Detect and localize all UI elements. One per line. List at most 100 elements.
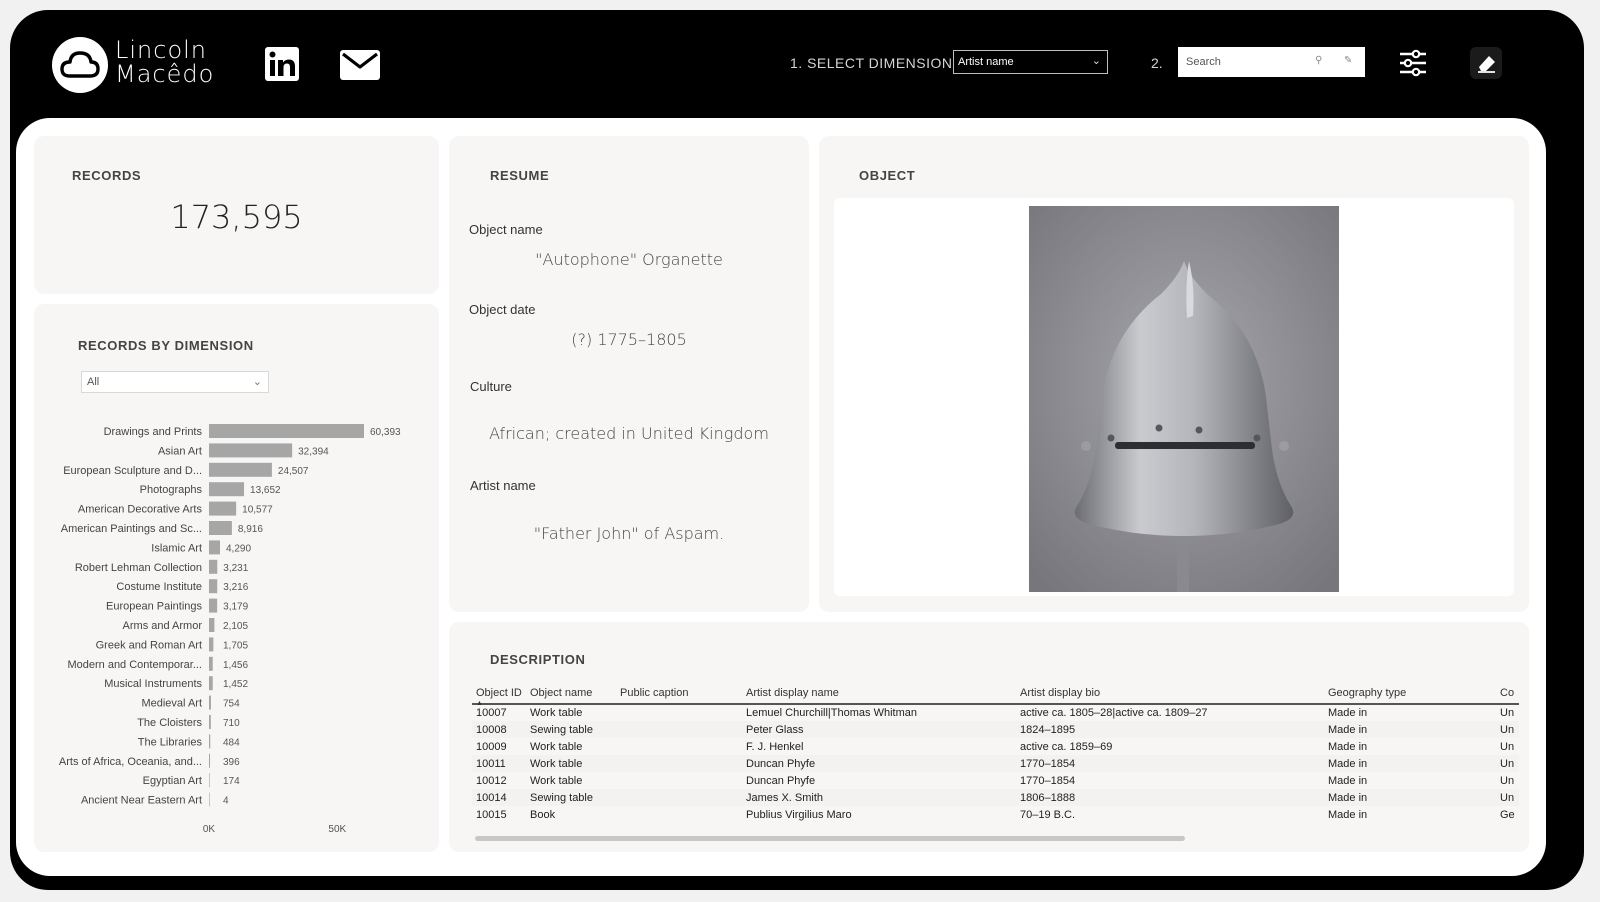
bar[interactable] [209, 656, 213, 671]
bar-category-label: Ancient Near Eastern Art [81, 795, 202, 807]
column-header-public-caption[interactable]: Public caption [616, 684, 742, 705]
bar-category-label: Medieval Art [141, 698, 202, 710]
bar[interactable] [209, 559, 218, 574]
bar-value-label: 24,507 [278, 466, 309, 477]
bar[interactable] [209, 424, 364, 438]
cell-geography-type: Made in [1324, 721, 1496, 738]
chevron-down-icon: ⌄ [1091, 55, 1101, 67]
bar-category-label: Modern and Contemporar... [67, 659, 202, 671]
bar[interactable] [209, 618, 215, 632]
bar[interactable] [209, 773, 210, 788]
column-header-artist-display-name[interactable]: Artist display name [742, 684, 1016, 705]
filters-button[interactable] [1398, 48, 1428, 78]
cell-artist-display-bio: 1824–1895 [1016, 721, 1324, 738]
bar[interactable] [209, 482, 245, 497]
bar[interactable] [209, 734, 211, 749]
cell-geography-type: Made in [1328, 740, 1368, 753]
eraser-icon[interactable]: ✎ [1344, 55, 1352, 66]
records-by-dimension-title: RECORDS BY DIMENSION [78, 338, 254, 353]
cell-object-id: 10012 [476, 774, 507, 787]
cell-artist-display-name: Duncan Phyfe [746, 774, 816, 787]
bar[interactable] [209, 462, 272, 477]
dimension-filter-dropdown[interactable]: All ⌄ [81, 371, 269, 393]
cell-object-id: 10009 [476, 740, 507, 753]
app-frame: Lincoln Macêdo 1. SELECT DIMENSION: Arti… [10, 10, 1584, 890]
cell-object-name: Work table [530, 707, 583, 719]
object-image [1029, 206, 1339, 592]
records-count: 173,595 [170, 198, 303, 236]
bar[interactable] [209, 443, 293, 458]
cell-public-caption [616, 806, 742, 823]
bar-value-label: 3,231 [223, 563, 248, 574]
description-table: Object ID ▲ Object name Public caption Ar… [472, 684, 1519, 823]
table-row[interactable]: 10014 Sewing table James X. Smith 1806–1888… [472, 789, 1519, 806]
bar-category-label: Islamic Art [151, 542, 202, 554]
table-header-row: Object ID ▲ Object name Public caption Ar… [472, 684, 1519, 707]
bar-category-label: Costume Institute [116, 581, 202, 593]
bar[interactable] [209, 637, 214, 652]
bar-value-label: 60,393 [370, 427, 401, 438]
search-placeholder: Search [1186, 56, 1221, 68]
bar[interactable] [209, 792, 210, 807]
bar-category-label: Musical Instruments [104, 678, 202, 690]
cell-object-id: 10008 [472, 721, 526, 738]
artist-name-label: Artist name [470, 478, 536, 493]
object-date-label: Object date [469, 302, 536, 317]
column-header-country[interactable]: Co [1496, 684, 1519, 705]
cell-artist-display-bio: active ca. 1859–69 [1020, 740, 1113, 753]
bar-value-label: 4,290 [226, 543, 251, 554]
bar[interactable] [209, 501, 237, 516]
bar[interactable] [209, 521, 232, 535]
sliders-icon [1400, 49, 1426, 77]
bar[interactable] [209, 715, 211, 729]
bar-value-label: 4 [223, 796, 229, 807]
bar[interactable] [209, 676, 213, 691]
bar-category-label: The Libraries [138, 736, 203, 748]
bar-value-label: 1,452 [223, 679, 248, 690]
bar-category-label: American Paintings and Sc... [61, 523, 202, 535]
table-row[interactable]: 10011 Work table Duncan Phyfe 1770–1854 Made… [472, 755, 1519, 772]
bar-value-label: 3,179 [223, 602, 248, 613]
object-name-label: Object name [469, 222, 543, 237]
culture-label: Culture [470, 379, 512, 394]
cell-object-name: Sewing table [526, 721, 616, 738]
table-row[interactable]: 10008 Sewing table Peter Glass 1824–1895 Mad… [472, 721, 1519, 738]
cell-artist-display-bio: 70–19 B.C. [1020, 808, 1076, 821]
table-row[interactable]: 10015 Book Publius Virgilius Maro 70–19 B.C… [472, 806, 1519, 823]
cell-artist-display-name: Duncan Phyfe [742, 755, 1016, 772]
bar-value-label: 1,705 [223, 640, 248, 651]
x-tick-label: 50K [328, 824, 346, 835]
logo[interactable] [52, 37, 108, 93]
table-row[interactable]: 10007 Work table Lemuel Churchill|Thomas W… [472, 704, 1519, 721]
helmet-image [1029, 206, 1339, 592]
table-row[interactable]: 10012 Work table Duncan Phyfe 1770–1854 Made… [472, 772, 1519, 789]
cell-country: Un [1500, 740, 1515, 753]
linkedin-button[interactable] [265, 47, 299, 86]
search-input[interactable]: Search ⚲ ✎ [1178, 47, 1365, 77]
bar[interactable] [209, 753, 211, 768]
bar[interactable] [209, 540, 221, 555]
column-header-geography-type[interactable]: Geography type [1324, 684, 1496, 705]
cell-artist-display-name: Peter Glass [742, 721, 1016, 738]
bar-value-label: 3,216 [223, 582, 248, 593]
column-header-artist-display-bio[interactable]: Artist display bio [1016, 684, 1324, 705]
cell-country: Un [1496, 789, 1519, 806]
mail-button[interactable] [340, 50, 380, 85]
bar[interactable] [209, 579, 218, 594]
column-header-object-id[interactable]: Object ID ▲ [472, 684, 526, 707]
cell-artist-display-bio: 1806–1888 [1016, 789, 1324, 806]
search-icon[interactable]: ⚲ [1315, 55, 1322, 66]
column-header-object-name[interactable]: Object name [526, 684, 616, 705]
horizontal-scrollbar[interactable] [475, 836, 1185, 841]
bar[interactable] [209, 598, 218, 613]
cell-object-id: 10011 [472, 755, 526, 772]
bar[interactable] [209, 695, 211, 710]
artist-name-value: "Father John" of Aspam. [533, 524, 725, 543]
bar-value-label: 174 [223, 776, 240, 787]
cell-geography-type: Made in [1328, 707, 1368, 719]
dimension-dropdown[interactable]: Artist name ⌄ [953, 50, 1108, 74]
clear-filters-button[interactable] [1470, 47, 1502, 79]
bar-category-label: Robert Lehman Collection [75, 562, 202, 574]
cell-public-caption [616, 789, 742, 806]
table-row[interactable]: 10009 Work table F. J. Henkel active ca. 18… [472, 738, 1519, 755]
